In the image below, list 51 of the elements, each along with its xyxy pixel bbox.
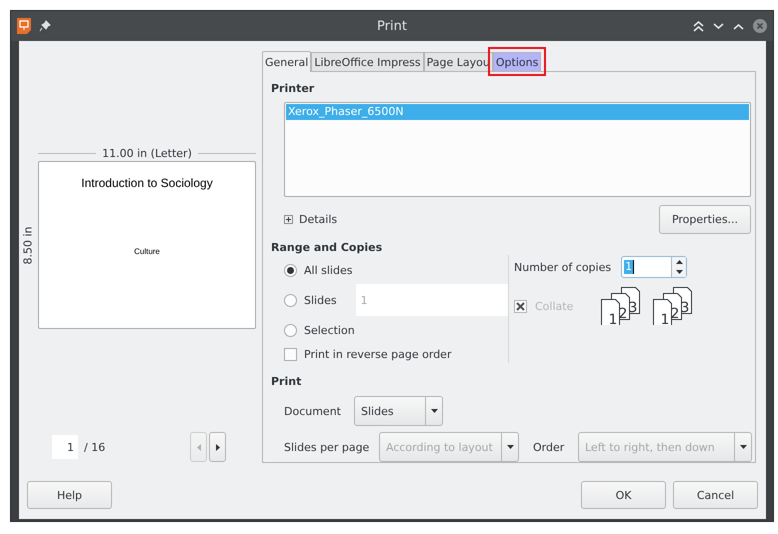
triangle-right-icon [216,444,220,450]
radio-label: All slides [304,264,352,276]
dropdown-arrow-icon [430,409,438,413]
minimize-button[interactable] [713,22,724,30]
page-number-field[interactable]: 1 [52,435,78,459]
order-label: Order [533,440,566,454]
section-heading: Range and Copies [271,241,384,255]
app-icon [17,18,31,34]
radio-button[interactable] [284,294,297,306]
ok-button[interactable]: OK [581,481,666,509]
slide-title: Introduction to Sociology [81,176,213,190]
help-button[interactable]: Help [27,481,112,509]
triangle-left-icon [196,444,200,450]
dropdown-arrow-icon [506,445,514,449]
tab[interactable]: LibreOffice Impress [311,52,424,71]
radio-button[interactable] [284,324,297,336]
cancel-button[interactable]: Cancel [673,481,758,509]
slides-per-page-label: Slides per page [284,440,370,454]
section-heading: Printer [271,82,316,96]
close-button[interactable] [753,19,767,33]
dropdown-arrow-icon [740,445,746,449]
spin-up-icon [676,260,683,264]
next-page-button[interactable] [209,432,226,462]
checkbox-label: Print in reverse page order [304,348,452,360]
tab[interactable]: General [262,51,312,72]
properties-button[interactable]: Properties... [659,204,751,234]
close-icon [753,19,767,33]
checkbox[interactable] [284,348,297,360]
details-expander[interactable]: Details [299,212,338,226]
paper-height-label: 8.50 in [22,226,35,264]
paper-width-label: 11.00 in (Letter) [102,146,192,160]
section-heading: Print [271,375,302,389]
slide-subtitle: Culture [134,247,160,256]
cross-icon [516,302,525,310]
window-title: Print [376,18,408,34]
chevron-down-icon [713,22,724,30]
checkbox-label: Collate [535,300,574,312]
expand-icon [284,214,293,224]
pin-icon [39,20,51,32]
document-label: Document [284,404,342,418]
maximize-button[interactable] [733,22,744,30]
copies-label: Number of copies [514,260,612,274]
radio-label: Selection [304,324,355,336]
radio-button[interactable] [284,264,297,276]
spin-down-icon [676,270,683,274]
chevron-up-icon [733,22,744,30]
page-count: / 16 [84,440,106,454]
document-dropdown[interactable]: Slides [354,396,443,426]
radio-label: Slides [304,294,337,306]
keep-above-button[interactable] [693,20,704,32]
double-chevron-up-icon [693,20,704,32]
